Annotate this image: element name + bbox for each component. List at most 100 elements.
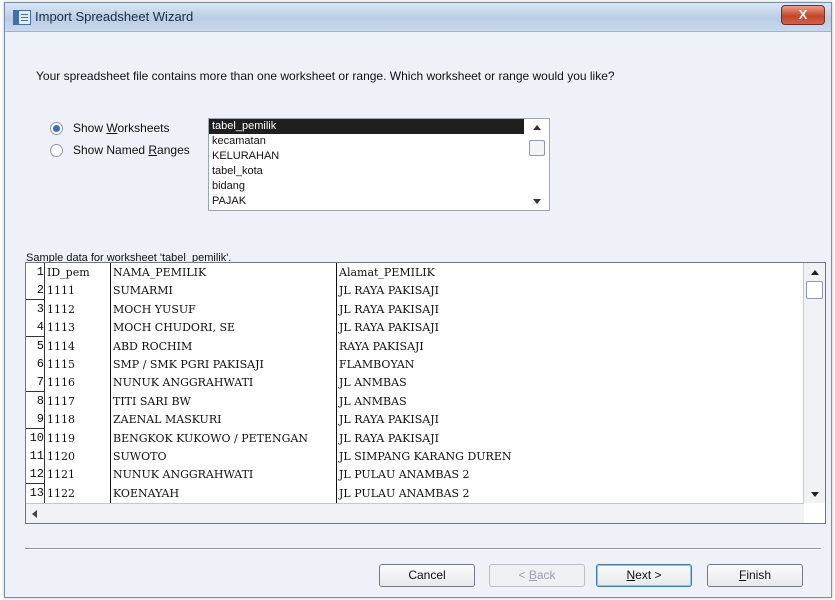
row-number: 11 <box>26 447 45 466</box>
cell-id: 1115 <box>47 358 75 371</box>
row-number: 5 <box>26 336 45 356</box>
table-row: 2 1111 SUMARMI JL RAYA PAKISAJI <box>26 281 804 301</box>
cell-nama: ABD ROCHIM <box>110 336 338 356</box>
cell-alamat: JL PULAU ANAMBAS 2 <box>336 465 739 485</box>
show-worksheets-radio[interactable] <box>50 121 63 135</box>
scroll-up-icon[interactable] <box>533 125 541 130</box>
finish-button[interactable]: Finish <box>707 564 803 587</box>
cell-nama: KOENAYAH <box>110 483 338 503</box>
button-divider <box>25 548 821 550</box>
table-row: 6 1115 SMP / SMK PGRI PAKISAJI FLAMBOYAN <box>26 355 804 374</box>
cell-alamat: JL SIMPANG KARANG DUREN <box>336 447 739 466</box>
row-number: 9 <box>26 410 45 430</box>
cell-nama: MOCH YUSUF <box>110 299 338 319</box>
table-row: 7 1116 NUNUK ANGGRAHWATI JL ANMBAS <box>26 373 804 393</box>
row-number: 4 <box>26 318 45 338</box>
worksheet-list[interactable]: tabel_pemilik kecamatan KELURAHAN tabel_… <box>208 118 550 211</box>
row-number: 7 <box>26 373 45 393</box>
cell-id: 1118 <box>47 413 75 427</box>
show-named-ranges-radio[interactable] <box>50 143 63 157</box>
worksheet-item-pajak[interactable]: PAJAK <box>209 194 524 209</box>
show-worksheets-label: Show Worksheets <box>73 121 170 135</box>
cell-id: 1121 <box>47 468 75 482</box>
cell-nama: SMP / SMK PGRI PAKISAJI <box>110 355 338 374</box>
cell-id: 1112 <box>47 302 75 316</box>
cell-alamat: JL ANMBAS <box>336 391 739 411</box>
cell-nama: SUWOTO <box>110 447 338 466</box>
worksheet-list-scrollbar[interactable] <box>527 119 549 210</box>
row-number: 12 <box>26 465 45 485</box>
table-row: 10 1119 BENGKOK KUKOWO / PETENGAN JL RAYA P… <box>26 428 804 448</box>
import-wizard-window: Import Spreadsheet Wizard X Your spreads… <box>4 2 832 598</box>
row-number: 10 <box>26 428 45 448</box>
cell-id: 1113 <box>47 321 75 335</box>
grid-horizontal-scrollbar[interactable] <box>26 503 804 523</box>
scroll-down-icon[interactable] <box>533 199 541 204</box>
cell-alamat: JL RAYA PAKISAJI <box>336 410 739 430</box>
table-row: 3 1112 MOCH YUSUF JL RAYA PAKISAJI <box>26 299 804 319</box>
cell-id: 1111 <box>47 284 75 298</box>
cell-nama: NUNUK ANGGRAHWATI <box>110 373 338 393</box>
cell-alamat: JL RAYA PAKISAJI <box>336 281 739 301</box>
worksheet-item-tabel-pemilik[interactable]: tabel_pemilik <box>209 119 524 134</box>
cell-alamat: JL PULAU ANAMBAS 2 <box>336 483 739 503</box>
cell-alamat: JL RAYA PAKISAJI <box>336 299 739 319</box>
window-title: Import Spreadsheet Wizard <box>35 9 194 24</box>
cell-id: 1119 <box>47 431 75 445</box>
sample-data-grid[interactable]: 1 ID_pem NAMA_PEMILIK Alamat_PEMILIK 2 1111 SU… <box>25 262 826 524</box>
scroll-left-icon[interactable] <box>32 510 37 518</box>
cell-id: 1120 <box>47 450 75 463</box>
table-row: 1 ID_pem NAMA_PEMILIK Alamat_PEMILIK <box>26 263 804 282</box>
table-row: 5 1114 ABD ROCHIM RAYA PAKISAJI <box>26 336 804 356</box>
cell-id: 1117 <box>47 394 75 408</box>
cell-id: 1116 <box>47 376 75 390</box>
prompt-text: Your spreadsheet file contains more than… <box>36 69 615 83</box>
cell-id: 1122 <box>47 486 75 500</box>
cell-nama: ZAENAL MASKURI <box>110 410 338 430</box>
show-named-ranges-label: Show Named Ranges <box>73 143 190 157</box>
row-number: 2 <box>26 281 45 301</box>
cell-id: ID_pem <box>47 266 90 279</box>
back-button[interactable]: < Back <box>489 564 585 587</box>
scroll-thumb[interactable] <box>806 281 823 299</box>
scroll-down-icon[interactable] <box>811 492 819 497</box>
cell-nama: NAMA_PEMILIK <box>110 263 338 282</box>
access-app-icon <box>13 10 31 25</box>
title-bar[interactable]: Import Spreadsheet Wizard X <box>5 3 831 32</box>
worksheet-item-kelurahan[interactable]: KELURAHAN <box>209 149 524 164</box>
worksheet-item-tabel-kota[interactable]: tabel_kota <box>209 164 524 179</box>
show-worksheets-option[interactable]: Show Worksheets <box>50 121 170 135</box>
table-row: 4 1113 MOCH CHUDORI, SE JL RAYA PAKISAJI <box>26 318 804 338</box>
cell-alamat: Alamat_PEMILIK <box>336 263 739 282</box>
cell-alamat: JL RAYA PAKISAJI <box>336 318 739 338</box>
cell-nama: BENGKOK KUKOWO / PETENGAN <box>110 428 338 448</box>
row-number: 3 <box>26 299 45 319</box>
cell-alamat: JL RAYA PAKISAJI <box>336 428 739 448</box>
cell-alamat: JL ANMBAS <box>336 373 739 393</box>
cell-nama: TITI SARI BW <box>110 391 338 411</box>
cell-nama: MOCH CHUDORI, SE <box>110 318 338 338</box>
row-number: 1 <box>26 263 45 282</box>
table-row: 8 1117 TITI SARI BW JL ANMBAS <box>26 391 804 411</box>
cell-alamat: FLAMBOYAN <box>336 355 739 374</box>
cell-nama: SUMARMI <box>110 281 338 301</box>
cancel-button[interactable]: Cancel <box>379 564 475 587</box>
row-number: 13 <box>26 483 45 503</box>
table-row: 12 1121 NUNUK ANGGRAHWATI JL PULAU ANAMBAS … <box>26 465 804 485</box>
table-row: 9 1118 ZAENAL MASKURI JL RAYA PAKISAJI <box>26 410 804 430</box>
table-row: 11 1120 SUWOTO JL SIMPANG KARANG DUREN <box>26 447 804 466</box>
close-button[interactable]: X <box>781 5 825 25</box>
cell-id: 1114 <box>47 339 75 353</box>
table-row: 13 1122 KOENAYAH JL PULAU ANAMBAS 2 <box>26 483 804 503</box>
grid-vertical-scrollbar[interactable] <box>803 263 825 503</box>
next-button[interactable]: Next > <box>596 564 692 587</box>
worksheet-item-bidang[interactable]: bidang <box>209 179 524 194</box>
scroll-thumb[interactable] <box>529 140 545 156</box>
scroll-up-icon[interactable] <box>811 270 819 275</box>
row-number: 8 <box>26 391 45 411</box>
cell-alamat: RAYA PAKISAJI <box>336 336 739 356</box>
cell-nama: NUNUK ANGGRAHWATI <box>110 465 338 485</box>
row-number: 6 <box>26 355 45 374</box>
show-named-ranges-option[interactable]: Show Named Ranges <box>50 143 190 157</box>
worksheet-item-kecamatan[interactable]: kecamatan <box>209 134 524 149</box>
